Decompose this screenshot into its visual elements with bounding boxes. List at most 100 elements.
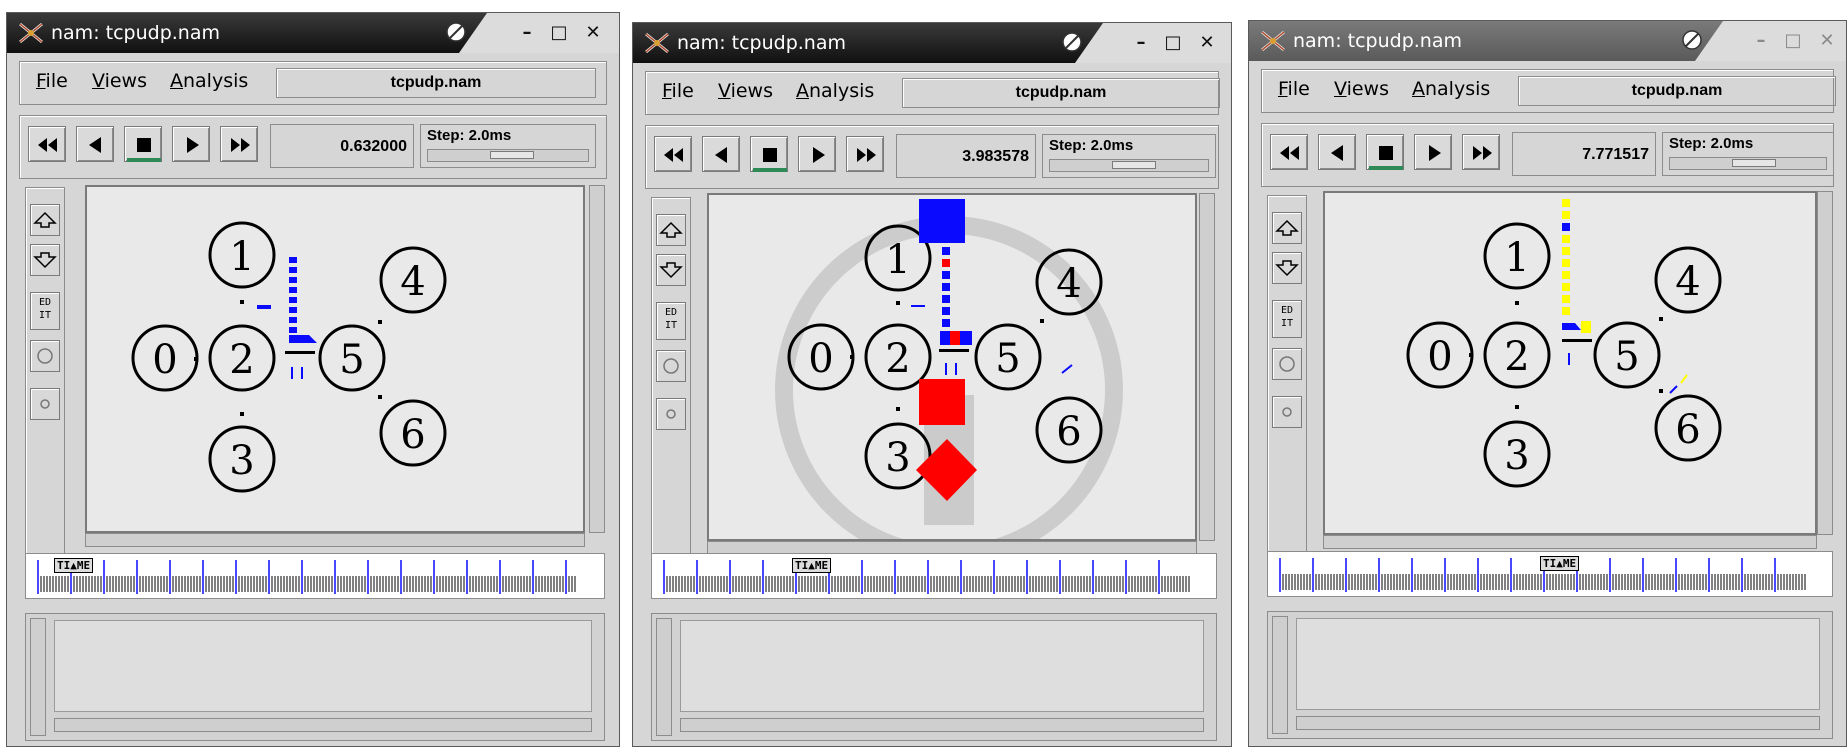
menu-file[interactable]: File [36, 70, 68, 92]
edit-button[interactable]: ED IT [656, 302, 686, 340]
step-slider[interactable] [1049, 159, 1209, 172]
node-5[interactable]: 5 [974, 323, 1042, 391]
fast-rewind-button[interactable] [654, 136, 692, 172]
sticky-icon[interactable] [445, 21, 467, 43]
step-slider-thumb[interactable] [1732, 159, 1776, 167]
canvas-vertical-scrollbar[interactable] [1199, 193, 1215, 541]
menu-file[interactable]: File [1278, 78, 1310, 100]
node-6[interactable]: 6 [1654, 394, 1722, 462]
node-4[interactable]: 4 [1035, 248, 1103, 316]
node-3[interactable]: 3 [1483, 420, 1551, 488]
node-0[interactable]: 0 [1406, 321, 1474, 389]
minimize-button[interactable]: – [515, 21, 539, 45]
minimize-button[interactable]: – [1129, 31, 1153, 55]
node-0[interactable]: 0 [131, 324, 199, 392]
small-node-tool-button[interactable] [30, 388, 60, 420]
stop-button[interactable] [750, 136, 788, 172]
network-canvas[interactable]: 0 1 2 3 4 5 6 [707, 193, 1197, 541]
menu-views[interactable]: Views [92, 70, 147, 92]
node-5[interactable]: 5 [318, 324, 386, 392]
node-3[interactable]: 3 [208, 425, 276, 493]
annotation-horizontal-scrollbar[interactable] [680, 718, 1204, 732]
fast-forward-button[interactable] [220, 126, 258, 162]
node-tool-button[interactable] [656, 350, 686, 382]
small-node-tool-button[interactable] [656, 398, 686, 430]
title-bar[interactable]: nam: tcpudp.nam – □ ✕ [633, 23, 1231, 63]
node-1[interactable]: 1 [1483, 222, 1551, 290]
node-6[interactable]: 6 [379, 399, 447, 467]
timeline-marker[interactable]: TI▲ME [1540, 556, 1580, 571]
timeline-slider[interactable]: TI▲ME [651, 553, 1217, 599]
play-button[interactable] [172, 126, 210, 162]
canvas-horizontal-scrollbar[interactable] [1323, 535, 1817, 549]
maximize-button[interactable]: □ [1781, 29, 1805, 53]
annotation-text-area[interactable] [1296, 618, 1820, 710]
zoom-in-button[interactable] [1272, 212, 1302, 244]
stop-button[interactable] [1366, 134, 1404, 170]
step-slider-thumb[interactable] [1112, 161, 1156, 169]
timeline-slider[interactable]: TI▲ME [25, 553, 605, 599]
menu-analysis[interactable]: Analysis [1412, 78, 1490, 100]
fast-rewind-button[interactable] [1270, 134, 1308, 170]
fast-forward-button[interactable] [1462, 134, 1500, 170]
annotation-text-area[interactable] [680, 620, 1204, 712]
menu-analysis[interactable]: Analysis [170, 70, 248, 92]
node-6[interactable]: 6 [1035, 396, 1103, 464]
node-tool-button[interactable] [30, 340, 60, 372]
network-canvas[interactable]: 0 1 2 3 4 5 6 [1323, 191, 1817, 535]
zoom-out-button[interactable] [1272, 252, 1302, 284]
zoom-out-button[interactable] [656, 254, 686, 286]
node-4[interactable]: 4 [1654, 246, 1722, 314]
node-tool-button[interactable] [1272, 348, 1302, 380]
close-button[interactable]: ✕ [581, 21, 605, 45]
timeline-marker[interactable]: TI▲ME [792, 558, 832, 573]
annotation-vertical-scrollbar[interactable] [30, 618, 46, 736]
zoom-out-button[interactable] [30, 244, 60, 276]
menu-views[interactable]: Views [1334, 78, 1389, 100]
menu-file[interactable]: File [662, 80, 694, 102]
rewind-button[interactable] [76, 126, 114, 162]
step-slider[interactable] [1669, 157, 1827, 170]
annotation-horizontal-scrollbar[interactable] [1296, 716, 1820, 730]
annotation-vertical-scrollbar[interactable] [656, 618, 672, 736]
play-button[interactable] [798, 136, 836, 172]
rewind-button[interactable] [1318, 134, 1356, 170]
maximize-button[interactable]: □ [547, 21, 571, 45]
node-2[interactable]: 2 [1483, 321, 1551, 389]
small-node-tool-button[interactable] [1272, 396, 1302, 428]
menu-views[interactable]: Views [718, 80, 773, 102]
step-slider[interactable] [427, 149, 589, 162]
zoom-in-button[interactable] [30, 204, 60, 236]
node-5[interactable]: 5 [1593, 321, 1661, 389]
sticky-icon[interactable] [1061, 31, 1083, 53]
menu-analysis[interactable]: Analysis [796, 80, 874, 102]
stop-button[interactable] [124, 126, 162, 162]
play-button[interactable] [1414, 134, 1452, 170]
timeline-slider[interactable]: TI▲ME [1267, 551, 1833, 597]
sticky-icon[interactable] [1681, 29, 1703, 51]
close-button[interactable]: ✕ [1195, 31, 1219, 55]
annotation-vertical-scrollbar[interactable] [1272, 616, 1288, 734]
canvas-horizontal-scrollbar[interactable] [85, 533, 585, 547]
timeline-marker[interactable]: TI▲ME [54, 558, 94, 573]
node-2[interactable]: 2 [208, 324, 276, 392]
maximize-button[interactable]: □ [1161, 31, 1185, 55]
annotation-text-area[interactable] [54, 620, 592, 712]
canvas-vertical-scrollbar[interactable] [1817, 191, 1833, 535]
step-slider-thumb[interactable] [490, 151, 534, 159]
title-bar[interactable]: nam: tcpudp.nam – □ ✕ [1249, 21, 1846, 61]
zoom-in-button[interactable] [656, 214, 686, 246]
rewind-button[interactable] [702, 136, 740, 172]
node-0[interactable]: 0 [787, 323, 855, 391]
node-4[interactable]: 4 [379, 246, 447, 314]
edit-button[interactable]: ED IT [1272, 300, 1302, 338]
canvas-vertical-scrollbar[interactable] [589, 185, 605, 533]
title-bar[interactable]: nam: tcpudp.nam – □ ✕ [7, 13, 619, 53]
node-3[interactable]: 3 [864, 422, 932, 490]
fast-forward-button[interactable] [846, 136, 884, 172]
close-button[interactable]: ✕ [1815, 29, 1839, 53]
fast-rewind-button[interactable] [28, 126, 66, 162]
edit-button[interactable]: ED IT [30, 292, 60, 330]
node-1[interactable]: 1 [208, 221, 276, 289]
annotation-horizontal-scrollbar[interactable] [54, 718, 592, 732]
